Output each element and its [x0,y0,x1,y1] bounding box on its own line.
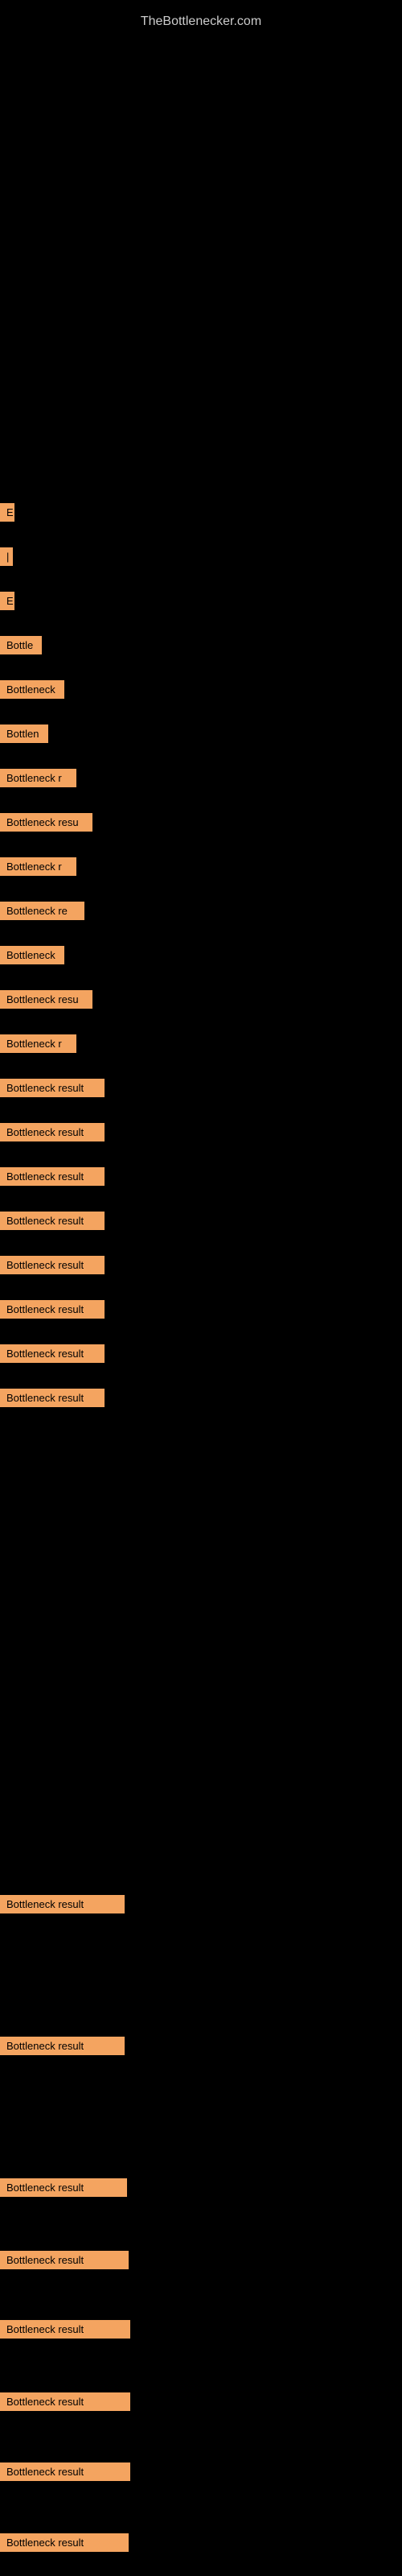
bottleneck-result-item: Bottleneck result [0,1344,105,1363]
bottleneck-result-item: Bottleneck result [0,1256,105,1274]
bottleneck-result-item: Bottleneck result [0,2462,130,2481]
bottleneck-result-item: Bottleneck resu [0,990,92,1009]
bottleneck-result-item: Bottleneck result [0,1300,105,1319]
bottleneck-result-item: Bottlen [0,724,48,743]
bottleneck-result-item: Bottleneck result [0,1389,105,1407]
bottleneck-result-item: Bottleneck result [0,2037,125,2055]
bottleneck-result-item: Bottleneck [0,680,64,699]
bottleneck-result-item: Bottleneck result [0,1167,105,1186]
bottleneck-result-item: | [0,547,13,566]
bottleneck-result-item: Bottleneck resu [0,813,92,832]
bottleneck-result-item: Bottleneck result [0,2251,129,2269]
bottleneck-result-item: Bottleneck result [0,1895,125,1913]
bottleneck-result-item: Bottleneck result [0,1123,105,1141]
bottleneck-result-item: Bottle [0,636,42,654]
bottleneck-result-item: Bottleneck r [0,857,76,876]
bottleneck-result-item: Bottleneck result [0,2178,127,2197]
bottleneck-result-item: Bottleneck result [0,1079,105,1097]
bottleneck-result-item: Bottleneck result [0,2392,130,2411]
bottleneck-result-item: Bottleneck re [0,902,84,920]
bottleneck-result-item: Bottleneck [0,946,64,964]
bottleneck-result-item: E [0,592,14,610]
bottleneck-result-item: Bottleneck r [0,769,76,787]
site-title: TheBottlenecker.com [0,6,402,37]
bottleneck-result-item: Bottleneck r [0,1034,76,1053]
bottleneck-result-item: E [0,503,14,522]
bottleneck-result-item: Bottleneck result [0,2533,129,2552]
bottleneck-result-item: Bottleneck result [0,1212,105,1230]
bottleneck-result-item: Bottleneck result [0,2320,130,2339]
